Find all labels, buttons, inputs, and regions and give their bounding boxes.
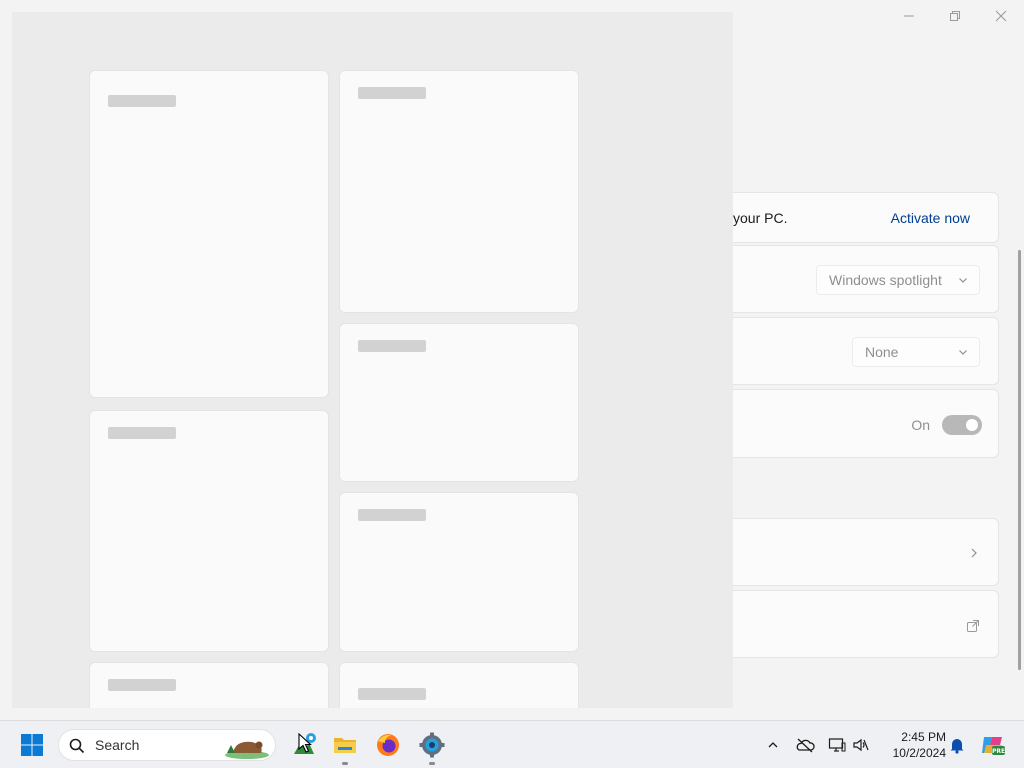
speaker-icon: [853, 738, 869, 752]
skeleton-title: [358, 340, 426, 352]
theme-setting-row: None: [733, 317, 999, 385]
navigation-row[interactable]: [733, 518, 999, 586]
file-explorer-app[interactable]: [329, 729, 361, 765]
settings-icon: [419, 732, 445, 758]
widget-placeholder-card: [89, 410, 329, 652]
restore-icon: [950, 11, 960, 21]
running-indicator: [429, 762, 435, 765]
onedrive-status[interactable]: [794, 733, 816, 757]
close-button[interactable]: [978, 0, 1024, 32]
firefox-icon: [377, 734, 399, 756]
clock-time: 2:45 PM: [901, 730, 946, 744]
toggle-knob: [966, 419, 978, 431]
skeleton-title: [358, 688, 426, 700]
clock-date: 10/2/2024: [892, 746, 946, 760]
widget-placeholder-card: [89, 662, 329, 708]
theme-dropdown-value: None: [865, 344, 899, 360]
notification-bell-icon: [950, 739, 964, 754]
search-placeholder: Search: [95, 737, 140, 753]
start-icon: [21, 734, 43, 756]
window-scrollbar[interactable]: [1018, 250, 1021, 670]
window-caption-controls: [886, 0, 1024, 32]
activation-message: your PC.: [733, 209, 788, 226]
toggle-state-label: On: [911, 417, 930, 433]
skeleton-title: [108, 95, 176, 107]
taskbar: Search 2:45 PM 10/2/2024 PRE: [0, 720, 1024, 768]
widgets-flyout: [12, 12, 733, 708]
background-setting-row: Windows spotlight: [733, 245, 999, 313]
chevron-right-icon: [971, 548, 977, 558]
chevron-up-icon: [768, 742, 778, 748]
show-hidden-icons-button[interactable]: [762, 733, 784, 757]
firefox-app[interactable]: [372, 729, 404, 761]
external-link-row[interactable]: [733, 590, 999, 658]
copilot-pre-button[interactable]: PRE: [980, 733, 1006, 757]
activation-banner: your PC. Activate now: [733, 192, 999, 243]
svg-text:PRE: PRE: [992, 748, 1005, 755]
skeleton-title: [358, 87, 426, 99]
search-icon: [69, 738, 85, 754]
skeleton-title: [108, 427, 176, 439]
background-dropdown[interactable]: Windows spotlight: [816, 265, 980, 295]
external-link-icon: [967, 620, 979, 632]
onedrive-offline-icon: [796, 738, 815, 753]
background-dropdown-value: Windows spotlight: [829, 272, 942, 288]
minimize-button[interactable]: [886, 0, 932, 32]
skeleton-title: [358, 509, 426, 521]
widget-placeholder-card: [89, 70, 329, 398]
volume-status[interactable]: [850, 733, 872, 757]
mouse-cursor-icon: [298, 733, 312, 753]
system-clock[interactable]: 2:45 PM 10/2/2024: [880, 729, 946, 761]
widget-placeholder-card: [339, 323, 579, 482]
skeleton-title: [108, 679, 176, 691]
restore-button[interactable]: [932, 0, 978, 32]
close-icon: [995, 10, 1007, 22]
network-icon: [828, 738, 846, 752]
minimize-icon: [904, 15, 914, 17]
file-explorer-icon: [334, 738, 356, 753]
widget-placeholder-card: [339, 492, 579, 652]
taskbar-search-box[interactable]: Search: [58, 729, 276, 761]
widget-placeholder-card: [339, 70, 579, 313]
setting-toggle[interactable]: [942, 415, 982, 435]
running-indicator: [342, 762, 348, 765]
copilot-pre-icon: PRE: [982, 737, 1005, 755]
start-button[interactable]: [16, 729, 48, 761]
notification-center-button[interactable]: [946, 733, 968, 757]
activate-now-link[interactable]: Activate now: [891, 210, 970, 226]
theme-dropdown[interactable]: None: [852, 337, 980, 367]
search-highlight-icon: [225, 741, 269, 759]
settings-app[interactable]: [416, 729, 448, 765]
widget-placeholder-card: [339, 662, 579, 708]
network-status[interactable]: [826, 733, 848, 757]
toggle-setting-row: On: [733, 389, 999, 458]
chevron-down-icon: [959, 350, 967, 355]
chevron-down-icon: [959, 278, 967, 283]
